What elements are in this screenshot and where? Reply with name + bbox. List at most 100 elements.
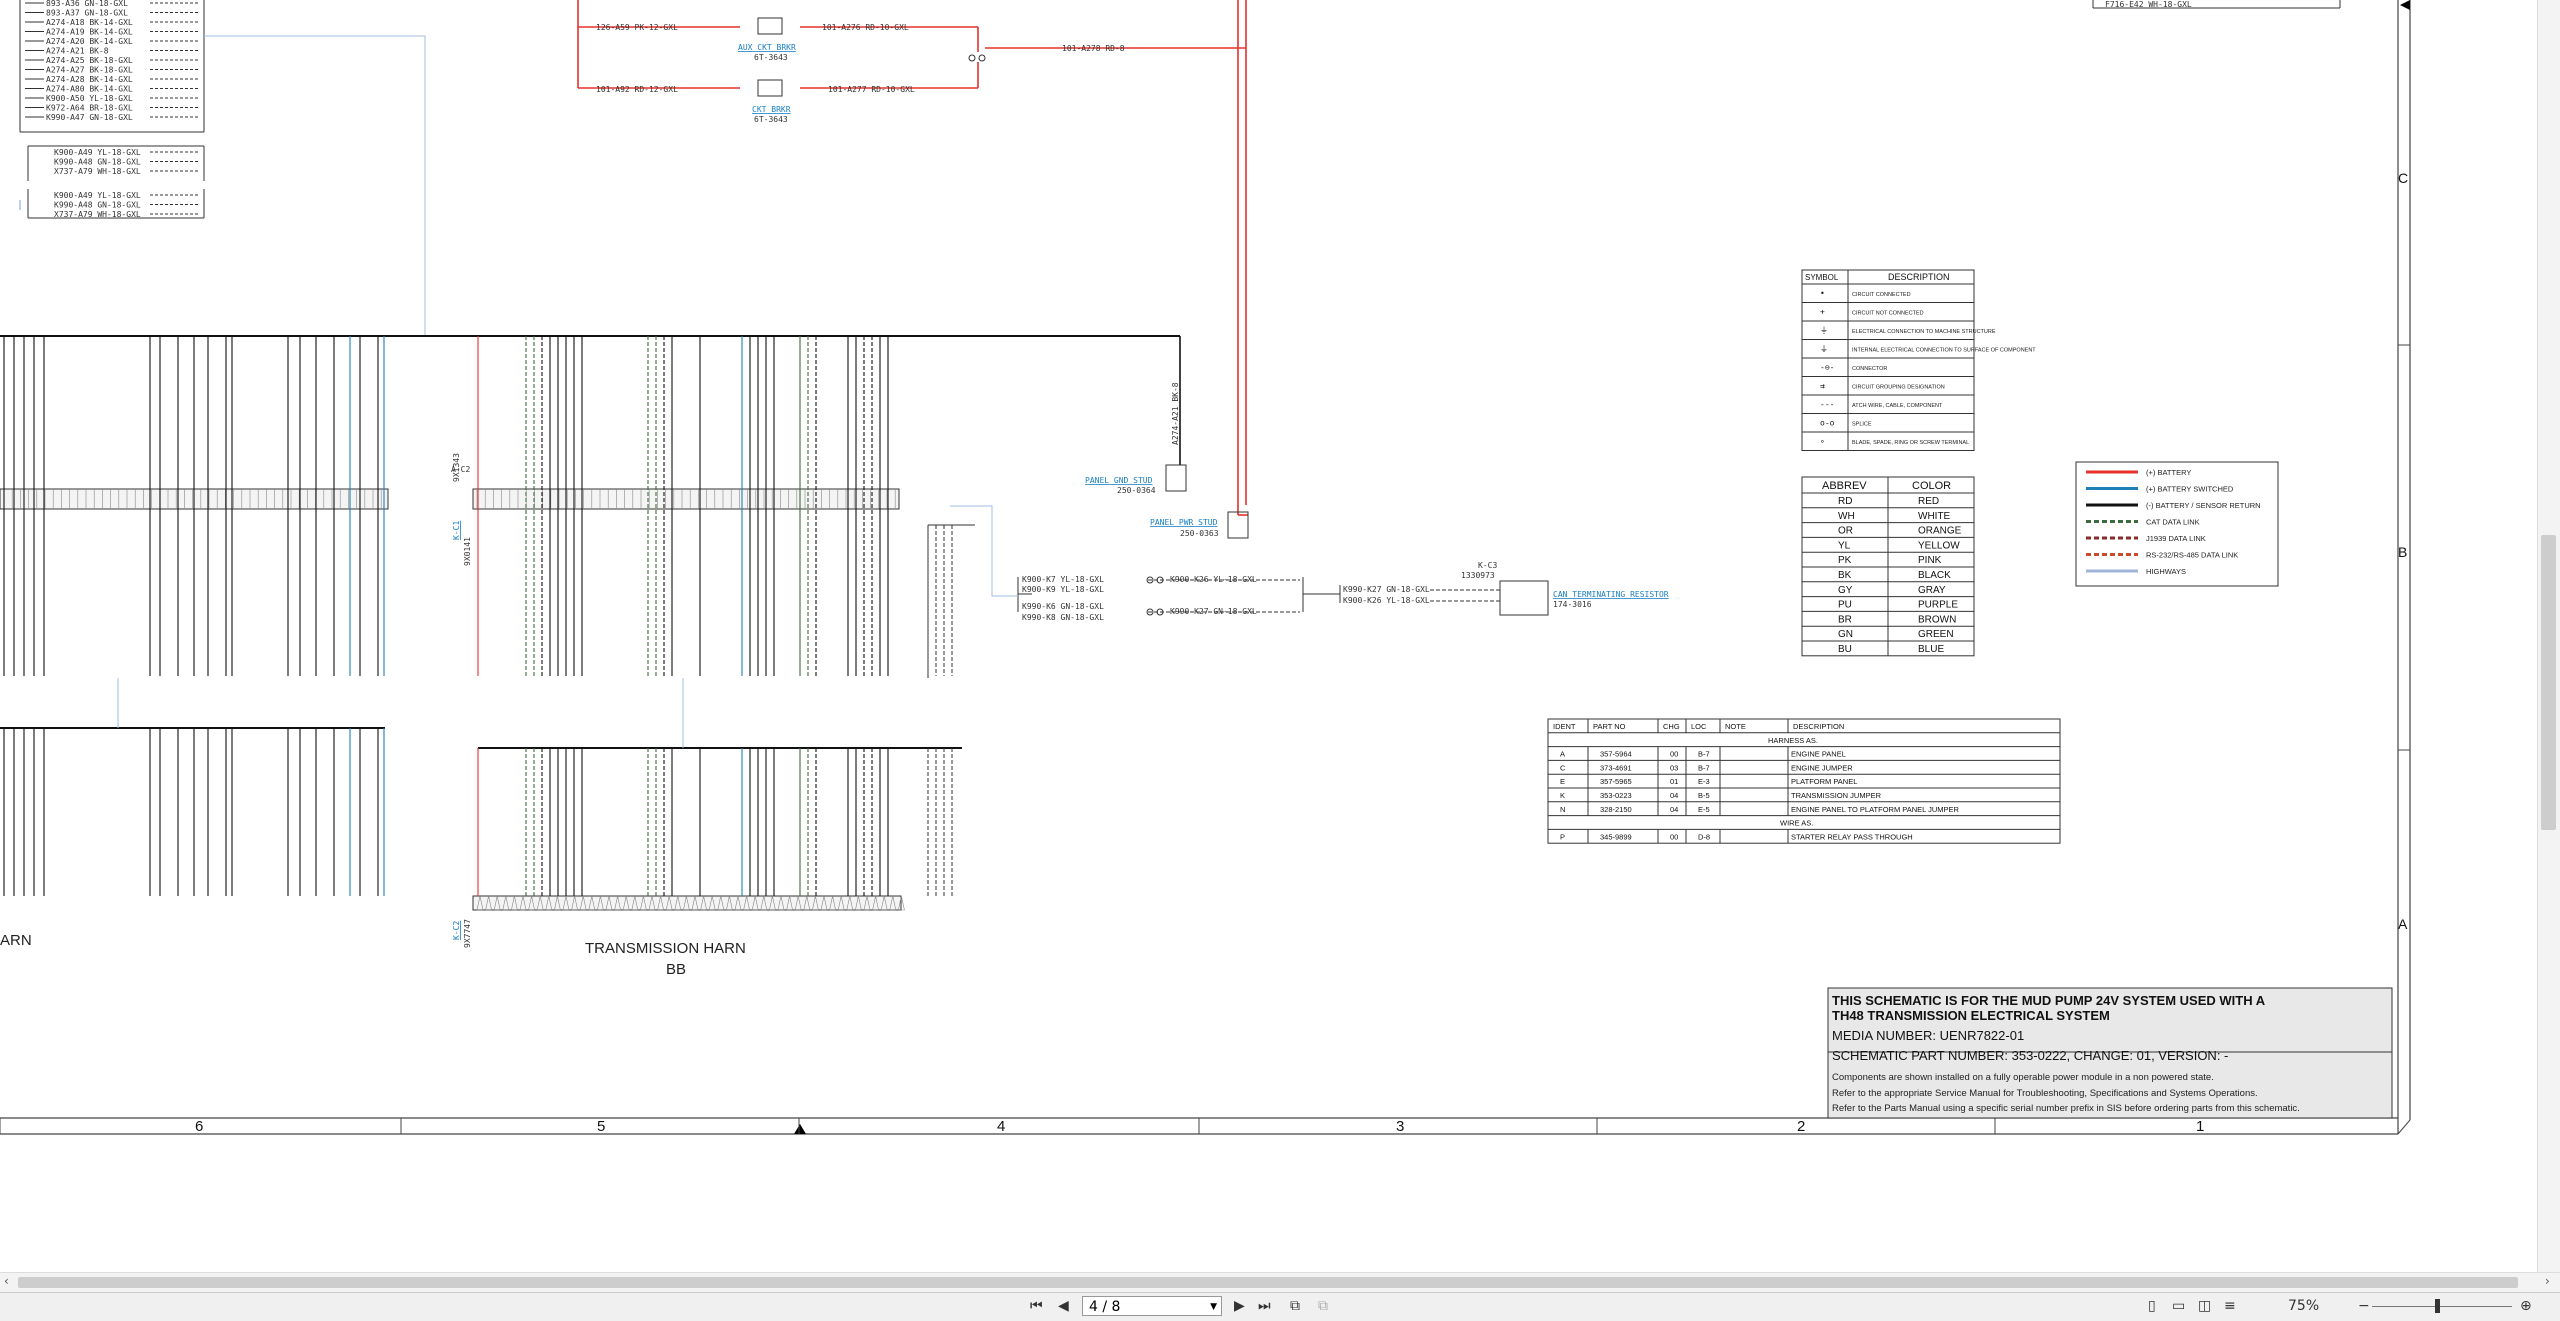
legend-label: HIGHWAYS: [2146, 567, 2186, 576]
wire-list-item: X737-A79 WH-18-GXL: [54, 167, 141, 176]
symbol-cell: +: [1820, 308, 1825, 317]
grid-column-label: 6: [195, 1118, 203, 1135]
grid-row-label: B: [2398, 544, 2407, 560]
parts-cell: 01: [1670, 777, 1678, 786]
wire-list-item: A274-A28 BK-14-GXL: [46, 75, 133, 84]
k-c1-link[interactable]: K-C1: [452, 521, 461, 540]
zoom-slider[interactable]: [2372, 1306, 2512, 1307]
panel-pwr-stud-link[interactable]: PANEL PWR STUD: [1150, 518, 1218, 527]
zoom-in-icon[interactable]: ⊕: [2520, 1298, 2532, 1314]
parts-cell: PLATFORM PANEL: [1791, 777, 1857, 786]
scroll-right-icon[interactable]: ›: [2545, 1274, 2550, 1288]
parts-cell: E-3: [1698, 777, 1710, 786]
grid-column-label: 1: [2196, 1118, 2204, 1135]
prev-page-icon[interactable]: ◀: [1058, 1298, 1069, 1314]
color-name-cell: BLUE: [1918, 644, 1944, 655]
parts-cell: 03: [1670, 763, 1678, 772]
parts-cell: ENGINE JUMPER: [1791, 763, 1853, 772]
symbol-desc-cell: ATCH WIRE, CABLE, COMPONENT: [1852, 403, 1943, 409]
horizontal-scrollbar[interactable]: ‹ ›: [0, 1272, 2560, 1293]
color-name-cell: GRAY: [1918, 585, 1946, 596]
aux-breaker-symbol: [757, 17, 783, 35]
table-header: SYMBOL: [1805, 273, 1839, 282]
color-abbrev-cell: BR: [1838, 614, 1852, 625]
fit-page-icon[interactable]: ⧉: [1290, 1298, 1300, 1314]
vertical-scroll-thumb[interactable]: [2541, 535, 2556, 830]
parts-header: CHG: [1663, 722, 1680, 731]
parts-cell: 373-4691: [1600, 763, 1632, 772]
symbol-table: SYMBOL DESCRIPTION • CIRCUIT CONNECTED + CIRC…: [1801, 269, 2036, 451]
col-marker-icon: [794, 1124, 806, 1134]
fit-width-icon[interactable]: ⧉: [1318, 1298, 1328, 1314]
color-name-cell: PINK: [1918, 555, 1942, 566]
table-header: COLOR: [1912, 480, 1951, 492]
color-abbrev-cell: RD: [1838, 496, 1852, 507]
wire-list-item: A274-A80 BK-14-GXL: [46, 85, 133, 94]
title-line-1: THIS SCHEMATIC IS FOR THE MUD PUMP 24V S…: [1832, 993, 2266, 1008]
parts-cell: B-5: [1698, 791, 1710, 800]
wire-list-item: K900-A49 YL-18-GXL: [54, 191, 141, 200]
page-number-value: 4 / 8: [1089, 1299, 1121, 1315]
viewer-toolbar: ⏮ ◀ 4 / 8 ▼ ▶ ⏭ ⧉ ⧉ ▯ ▭ ◫ ≡ 75% − ⊕: [0, 1292, 2560, 1321]
color-abbrev-cell: WH: [1838, 511, 1855, 522]
row-marker-icon: [2400, 0, 2410, 10]
symbol-desc-cell: INTERNAL ELECTRICAL CONNECTION TO SURFAC…: [1852, 348, 2036, 354]
wire-list-item: K900-A50 YL-18-GXL: [46, 94, 133, 103]
parts-cell: B-7: [1698, 763, 1710, 772]
color-name-cell: ORANGE: [1918, 526, 1962, 537]
wire-list-item: K990-A48 GN-18-GXL: [54, 201, 141, 210]
chevron-down-icon[interactable]: ▼: [1210, 1297, 1217, 1317]
vertical-scrollbar[interactable]: [2537, 0, 2560, 1272]
color-name-cell: PURPLE: [1918, 600, 1958, 611]
connector-k-c1: [472, 488, 900, 510]
harness-bb-label: BB: [666, 961, 686, 978]
can-wire-label: K900-K26 YL-18-GXL: [1170, 575, 1257, 584]
horizontal-scroll-thumb[interactable]: [18, 1277, 2518, 1288]
transmission-harness-title: TRANSMISSION HARN: [585, 940, 746, 957]
scroll-left-icon[interactable]: ‹: [4, 1274, 9, 1288]
symbol-desc-cell: CIRCUIT NOT CONNECTED: [1852, 311, 1924, 317]
two-page-continuous-icon[interactable]: ≡: [2224, 1298, 2236, 1314]
parts-cell: 345-9899: [1600, 832, 1632, 841]
two-page-view-icon[interactable]: ◫: [2198, 1298, 2211, 1314]
wire-list-item: A274-A20 BK-14-GXL: [46, 37, 133, 46]
zoom-slider-thumb[interactable]: [2435, 1299, 2440, 1313]
wire-list-item: A274-A21 BK-8: [46, 47, 109, 56]
first-page-icon[interactable]: ⏮: [1030, 1298, 1043, 1314]
panel-pwr-part: 250-0363: [1180, 529, 1219, 538]
wire-list-item: A274-A25 BK-18-GXL: [46, 56, 133, 65]
breaker-link[interactable]: CKT BRKR: [752, 105, 791, 114]
panel-gnd-stud-link[interactable]: PANEL GND STUD: [1085, 476, 1153, 485]
media-number: MEDIA NUMBER: UENR7822-01: [1832, 1028, 2024, 1043]
parts-cell: 328-2150: [1600, 805, 1632, 814]
wire-list-item: K900-A49 YL-18-GXL: [54, 148, 141, 157]
symbol-cell: ∘: [1820, 437, 1825, 446]
legend-label: (-) BATTERY / SENSOR RETURN: [2146, 501, 2261, 510]
can-resistor-link[interactable]: CAN TERMINATING RESISTOR: [1553, 590, 1669, 599]
symbol-desc-cell: ELECTRICAL CONNECTION TO MACHINE STRUCTU…: [1852, 329, 1996, 335]
parts-header: PART NO: [1593, 722, 1626, 731]
power-stud-icon: [1227, 511, 1249, 539]
next-page-icon[interactable]: ▶: [1234, 1298, 1245, 1314]
parts-cell: B-7: [1698, 750, 1710, 759]
color-name-cell: BLACK: [1918, 570, 1951, 581]
wire-list-item: 893-A36 GN-18-GXL: [46, 0, 128, 8]
color-abbrev-cell: PK: [1838, 555, 1852, 566]
parts-header: DESCRIPTION: [1793, 722, 1844, 731]
k-c1-part: 9X0141: [463, 537, 472, 566]
aux-breaker-link[interactable]: AUX CKT BRKR: [738, 43, 796, 52]
parts-header: NOTE: [1725, 722, 1746, 731]
wire-list-item: X737-A79 WH-18-GXL: [54, 210, 141, 219]
title-line-2: TH48 TRANSMISSION ELECTRICAL SYSTEM: [1832, 1008, 2110, 1023]
last-page-icon[interactable]: ⏭: [1258, 1298, 1271, 1314]
continuous-view-icon[interactable]: ▭: [2172, 1298, 2185, 1314]
wire-list-item: A274-A19 BK-14-GXL: [46, 28, 133, 37]
single-page-view-icon[interactable]: ▯: [2148, 1298, 2156, 1314]
breaker-symbol: [757, 79, 783, 97]
zoom-out-icon[interactable]: −: [2358, 1298, 2370, 1314]
parts-cell: 357-5965: [1600, 777, 1632, 786]
k-c2-link[interactable]: K-C2: [452, 921, 461, 940]
color-abbrev-cell: GN: [1838, 629, 1853, 640]
table-header: DESCRIPTION: [1888, 272, 1950, 282]
page-number-input[interactable]: 4 / 8 ▼: [1082, 1296, 1222, 1316]
